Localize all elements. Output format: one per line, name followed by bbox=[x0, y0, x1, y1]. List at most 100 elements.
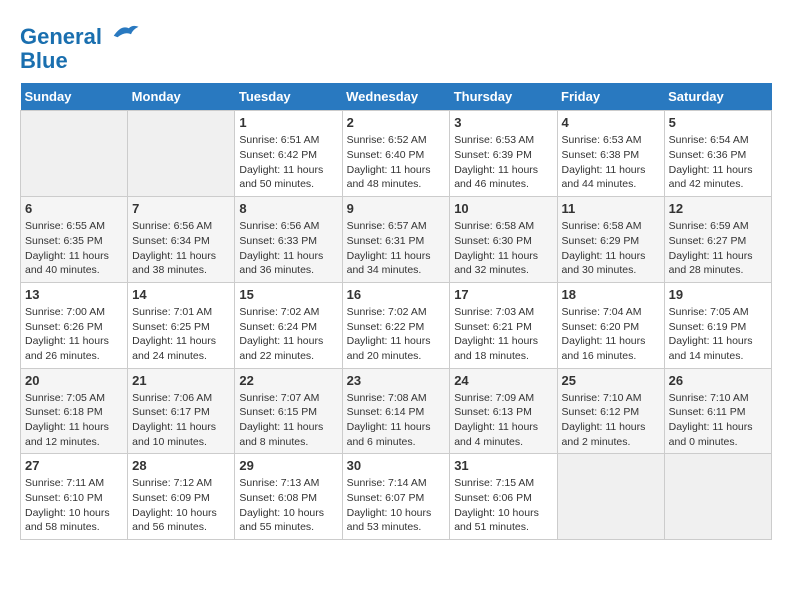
calendar-cell: 17 Sunrise: 7:03 AMSunset: 6:21 PMDayligh… bbox=[450, 282, 557, 368]
day-number: 14 bbox=[132, 287, 230, 302]
calendar-cell: 6 Sunrise: 6:55 AMSunset: 6:35 PMDaylight… bbox=[21, 197, 128, 283]
calendar-cell: 24 Sunrise: 7:09 AMSunset: 6:13 PMDayligh… bbox=[450, 368, 557, 454]
logo-bird-icon bbox=[110, 20, 140, 44]
day-info: Sunrise: 7:15 AMSunset: 6:06 PMDaylight:… bbox=[454, 476, 552, 535]
day-info: Sunrise: 6:56 AMSunset: 6:33 PMDaylight:… bbox=[239, 219, 337, 278]
page-header: General Blue bbox=[20, 20, 772, 73]
calendar-cell: 9Sunrise: 6:57 AMSunset: 6:31 PMDaylight… bbox=[342, 197, 450, 283]
day-number: 19 bbox=[669, 287, 767, 302]
day-number: 27 bbox=[25, 458, 123, 473]
calendar-cell: 28 Sunrise: 7:12 AMSunset: 6:09 PMDayligh… bbox=[128, 454, 235, 540]
day-info: Sunrise: 7:13 AMSunset: 6:08 PMDaylight:… bbox=[239, 476, 337, 535]
day-info: Sunrise: 7:06 AMSunset: 6:17 PMDaylight:… bbox=[132, 391, 230, 450]
day-number: 28 bbox=[132, 458, 230, 473]
day-info: Sunrise: 6:57 AMSunset: 6:31 PMDaylight:… bbox=[347, 219, 446, 278]
day-info: Sunrise: 7:11 AMSunset: 6:10 PMDaylight:… bbox=[25, 476, 123, 535]
day-info: Sunrise: 7:04 AMSunset: 6:20 PMDaylight:… bbox=[562, 305, 660, 364]
day-info: Sunrise: 7:08 AMSunset: 6:14 PMDaylight:… bbox=[347, 391, 446, 450]
calendar-cell: 25 Sunrise: 7:10 AMSunset: 6:12 PMDayligh… bbox=[557, 368, 664, 454]
day-info: Sunrise: 7:07 AMSunset: 6:15 PMDaylight:… bbox=[239, 391, 337, 450]
calendar-cell bbox=[557, 454, 664, 540]
calendar-cell: 31 Sunrise: 7:15 AMSunset: 6:06 PMDayligh… bbox=[450, 454, 557, 540]
day-info: Sunrise: 7:03 AMSunset: 6:21 PMDaylight:… bbox=[454, 305, 552, 364]
day-info: Sunrise: 7:05 AMSunset: 6:18 PMDaylight:… bbox=[25, 391, 123, 450]
day-info: Sunrise: 7:02 AMSunset: 6:22 PMDaylight:… bbox=[347, 305, 446, 364]
day-number: 13 bbox=[25, 287, 123, 302]
day-info: Sunrise: 6:51 AMSunset: 6:42 PMDaylight:… bbox=[239, 133, 337, 192]
weekday-header-sunday: Sunday bbox=[21, 83, 128, 111]
calendar-table: SundayMondayTuesdayWednesdayThursdayFrid… bbox=[20, 83, 772, 540]
day-info: Sunrise: 7:09 AMSunset: 6:13 PMDaylight:… bbox=[454, 391, 552, 450]
logo-text: General bbox=[20, 20, 140, 49]
day-info: Sunrise: 6:58 AMSunset: 6:29 PMDaylight:… bbox=[562, 219, 660, 278]
week-row-3: 13 Sunrise: 7:00 AMSunset: 6:26 PMDayligh… bbox=[21, 282, 772, 368]
day-number: 17 bbox=[454, 287, 552, 302]
calendar-cell: 1 Sunrise: 6:51 AMSunset: 6:42 PMDaylight… bbox=[235, 111, 342, 197]
day-info: Sunrise: 7:00 AMSunset: 6:26 PMDaylight:… bbox=[25, 305, 123, 364]
weekday-header-wednesday: Wednesday bbox=[342, 83, 450, 111]
day-number: 8 bbox=[239, 201, 337, 216]
calendar-cell: 4 Sunrise: 6:53 AMSunset: 6:38 PMDaylight… bbox=[557, 111, 664, 197]
day-number: 4 bbox=[562, 115, 660, 130]
day-info: Sunrise: 7:01 AMSunset: 6:25 PMDaylight:… bbox=[132, 305, 230, 364]
day-number: 24 bbox=[454, 373, 552, 388]
day-info: Sunrise: 6:53 AMSunset: 6:38 PMDaylight:… bbox=[562, 133, 660, 192]
day-number: 15 bbox=[239, 287, 337, 302]
day-info: Sunrise: 6:59 AMSunset: 6:27 PMDaylight:… bbox=[669, 219, 767, 278]
week-row-2: 6 Sunrise: 6:55 AMSunset: 6:35 PMDaylight… bbox=[21, 197, 772, 283]
day-number: 12 bbox=[669, 201, 767, 216]
calendar-cell: 3 Sunrise: 6:53 AMSunset: 6:39 PMDaylight… bbox=[450, 111, 557, 197]
day-number: 1 bbox=[239, 115, 337, 130]
day-info: Sunrise: 7:12 AMSunset: 6:09 PMDaylight:… bbox=[132, 476, 230, 535]
week-row-1: 1 Sunrise: 6:51 AMSunset: 6:42 PMDaylight… bbox=[21, 111, 772, 197]
calendar-cell: 14 Sunrise: 7:01 AMSunset: 6:25 PMDayligh… bbox=[128, 282, 235, 368]
calendar-cell: 8 Sunrise: 6:56 AMSunset: 6:33 PMDaylight… bbox=[235, 197, 342, 283]
weekday-header-saturday: Saturday bbox=[664, 83, 771, 111]
calendar-cell: 20Sunrise: 7:05 AMSunset: 6:18 PMDayligh… bbox=[21, 368, 128, 454]
week-row-5: 27 Sunrise: 7:11 AMSunset: 6:10 PMDayligh… bbox=[21, 454, 772, 540]
day-number: 25 bbox=[562, 373, 660, 388]
day-number: 23 bbox=[347, 373, 446, 388]
day-info: Sunrise: 7:10 AMSunset: 6:12 PMDaylight:… bbox=[562, 391, 660, 450]
calendar-cell: 23 Sunrise: 7:08 AMSunset: 6:14 PMDayligh… bbox=[342, 368, 450, 454]
calendar-cell: 12 Sunrise: 6:59 AMSunset: 6:27 PMDayligh… bbox=[664, 197, 771, 283]
day-number: 7 bbox=[132, 201, 230, 216]
day-info: Sunrise: 6:55 AMSunset: 6:35 PMDaylight:… bbox=[25, 219, 123, 278]
week-row-4: 20Sunrise: 7:05 AMSunset: 6:18 PMDayligh… bbox=[21, 368, 772, 454]
day-info: Sunrise: 6:54 AMSunset: 6:36 PMDaylight:… bbox=[669, 133, 767, 192]
day-number: 16 bbox=[347, 287, 446, 302]
day-number: 31 bbox=[454, 458, 552, 473]
day-info: Sunrise: 6:53 AMSunset: 6:39 PMDaylight:… bbox=[454, 133, 552, 192]
weekday-header-thursday: Thursday bbox=[450, 83, 557, 111]
day-number: 6 bbox=[25, 201, 123, 216]
calendar-cell: 30Sunrise: 7:14 AMSunset: 6:07 PMDayligh… bbox=[342, 454, 450, 540]
day-number: 3 bbox=[454, 115, 552, 130]
day-info: Sunrise: 6:58 AMSunset: 6:30 PMDaylight:… bbox=[454, 219, 552, 278]
day-number: 10 bbox=[454, 201, 552, 216]
day-number: 26 bbox=[669, 373, 767, 388]
logo: General Blue bbox=[20, 20, 140, 73]
calendar-cell: 22 Sunrise: 7:07 AMSunset: 6:15 PMDayligh… bbox=[235, 368, 342, 454]
calendar-cell bbox=[128, 111, 235, 197]
calendar-cell: 2Sunrise: 6:52 AMSunset: 6:40 PMDaylight… bbox=[342, 111, 450, 197]
day-info: Sunrise: 7:05 AMSunset: 6:19 PMDaylight:… bbox=[669, 305, 767, 364]
day-info: Sunrise: 7:02 AMSunset: 6:24 PMDaylight:… bbox=[239, 305, 337, 364]
calendar-cell bbox=[664, 454, 771, 540]
day-number: 29 bbox=[239, 458, 337, 473]
day-number: 5 bbox=[669, 115, 767, 130]
weekday-header-tuesday: Tuesday bbox=[235, 83, 342, 111]
day-number: 22 bbox=[239, 373, 337, 388]
calendar-cell: 13 Sunrise: 7:00 AMSunset: 6:26 PMDayligh… bbox=[21, 282, 128, 368]
day-number: 11 bbox=[562, 201, 660, 216]
calendar-cell: 11 Sunrise: 6:58 AMSunset: 6:29 PMDayligh… bbox=[557, 197, 664, 283]
day-info: Sunrise: 7:14 AMSunset: 6:07 PMDaylight:… bbox=[347, 476, 446, 535]
day-number: 2 bbox=[347, 115, 446, 130]
calendar-cell: 5 Sunrise: 6:54 AMSunset: 6:36 PMDaylight… bbox=[664, 111, 771, 197]
calendar-cell: 7Sunrise: 6:56 AMSunset: 6:34 PMDaylight… bbox=[128, 197, 235, 283]
calendar-cell: 16 Sunrise: 7:02 AMSunset: 6:22 PMDayligh… bbox=[342, 282, 450, 368]
calendar-cell: 19 Sunrise: 7:05 AMSunset: 6:19 PMDayligh… bbox=[664, 282, 771, 368]
calendar-cell: 10 Sunrise: 6:58 AMSunset: 6:30 PMDayligh… bbox=[450, 197, 557, 283]
day-number: 18 bbox=[562, 287, 660, 302]
calendar-cell: 18 Sunrise: 7:04 AMSunset: 6:20 PMDayligh… bbox=[557, 282, 664, 368]
calendar-cell: 21Sunrise: 7:06 AMSunset: 6:17 PMDayligh… bbox=[128, 368, 235, 454]
